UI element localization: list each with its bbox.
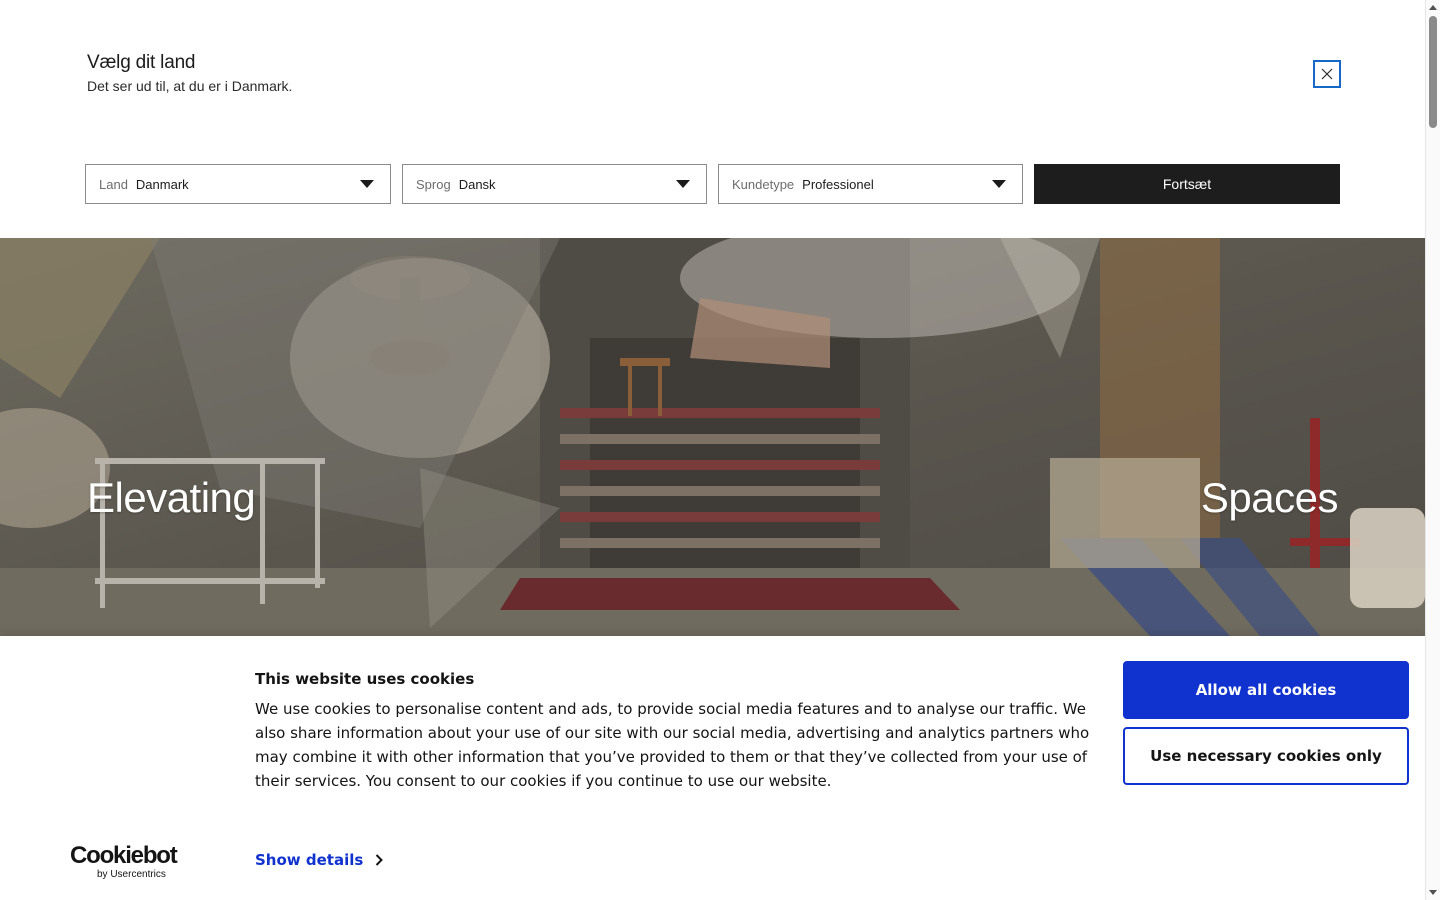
chevron-down-icon — [676, 180, 690, 188]
show-details-link[interactable]: Show details — [255, 851, 384, 869]
cookie-banner-title: This website uses cookies — [255, 670, 475, 688]
country-select-label: Land — [99, 176, 128, 192]
language-select-value: Dansk — [458, 176, 496, 192]
chevron-down-icon — [360, 180, 374, 188]
scrollbar-thumb[interactable] — [1429, 16, 1437, 128]
cookiebot-logo-text: Cookiebot — [70, 842, 178, 869]
country-selector: Vælg dit land Det ser ud til, at du er i… — [0, 0, 1425, 238]
continue-button[interactable]: Fortsæt — [1034, 164, 1340, 204]
country-select-value: Danmark — [135, 176, 189, 192]
cookiebot-logo: Cookiebot by Usercentrics — [70, 842, 178, 881]
close-icon — [1321, 68, 1333, 80]
close-button[interactable] — [1313, 60, 1341, 88]
necessary-cookies-button[interactable]: Use necessary cookies only — [1123, 727, 1409, 785]
scroll-down-arrow-icon[interactable] — [1429, 890, 1437, 895]
customer-type-select-value: Professionel — [802, 176, 874, 192]
hero-word-right: Spaces — [1200, 474, 1339, 521]
cookiebot-logo-subtext: by Usercentrics — [97, 869, 166, 880]
cookie-banner: This website uses cookies We use cookies… — [0, 636, 1425, 900]
page-scrollbar[interactable] — [1425, 0, 1440, 900]
country-selector-title: Vælg dit land — [87, 52, 196, 73]
language-select-label: Sprog — [416, 176, 451, 192]
chevron-down-icon — [992, 180, 1006, 188]
country-selector-subtitle: Det ser ud til, at du er i Danmark. — [87, 78, 293, 94]
cookie-banner-text: We use cookies to personalise content an… — [255, 700, 1090, 790]
chevron-right-icon — [376, 854, 384, 866]
hero-image — [0, 238, 1425, 636]
hero-word-left: Elevating — [87, 474, 256, 521]
allow-all-cookies-button[interactable]: Allow all cookies — [1123, 661, 1409, 719]
customer-type-select[interactable]: Kundetype Professionel — [718, 164, 1023, 204]
language-select[interactable]: Sprog Dansk — [402, 164, 707, 204]
customer-type-select-label: Kundetype — [732, 176, 795, 192]
scroll-up-arrow-icon[interactable] — [1429, 5, 1437, 10]
show-details-label: Show details — [255, 851, 364, 869]
country-select[interactable]: Land Danmark — [85, 164, 391, 204]
hero-banner: Elevating Spaces — [0, 238, 1425, 636]
